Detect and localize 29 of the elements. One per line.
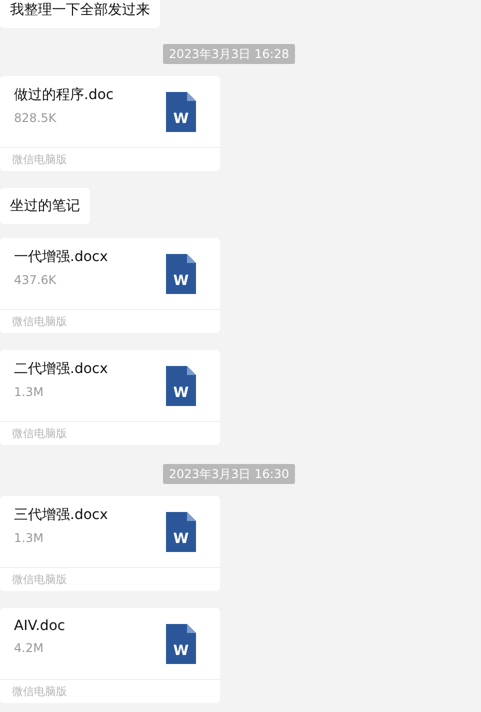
source-label: 微信电脑版 [12,426,67,441]
source-label: 微信电脑版 [12,572,67,587]
file-name: 做过的程序.doc [14,86,114,104]
file-name: 三代增强.docx [14,506,108,524]
message-bubble: 我整理一下全部发过来 [0,0,160,28]
source-label: 微信电脑版 [12,152,67,167]
timestamp: 2023年3月3日 16:30 [162,464,296,484]
source-label: 微信电脑版 [12,684,67,699]
timestamp: 2023年3月3日 16:28 [162,44,296,64]
word-document-icon: W [166,512,196,552]
source-label: 微信电脑版 [12,314,67,329]
word-document-icon: W [166,92,196,132]
file-card[interactable]: 三代增强.docx 1.3M W 微信电脑版 [0,496,220,591]
file-card[interactable]: 做过的程序.doc 828.5K W 微信电脑版 [0,76,220,171]
file-card[interactable]: 一代增强.docx 437.6K W 微信电脑版 [0,238,220,333]
file-card[interactable]: 二代增强.docx 1.3M W 微信电脑版 [0,350,220,445]
file-card[interactable]: AIV.doc 4.2M W 微信电脑版 [0,608,220,703]
word-document-icon: W [166,624,196,664]
file-size: 437.6K [14,273,58,287]
word-document-icon: W [166,254,196,294]
file-size: 828.5K [14,111,58,125]
message-bubble: 坐过的笔记 [0,188,90,224]
file-size: 1.3M [14,531,44,545]
file-name: 一代增强.docx [14,248,108,266]
word-document-icon: W [166,366,196,406]
file-size: 4.2M [14,641,44,655]
file-name: 二代增强.docx [14,360,108,378]
file-size: 1.3M [14,385,44,399]
file-name: AIV.doc [14,618,66,634]
